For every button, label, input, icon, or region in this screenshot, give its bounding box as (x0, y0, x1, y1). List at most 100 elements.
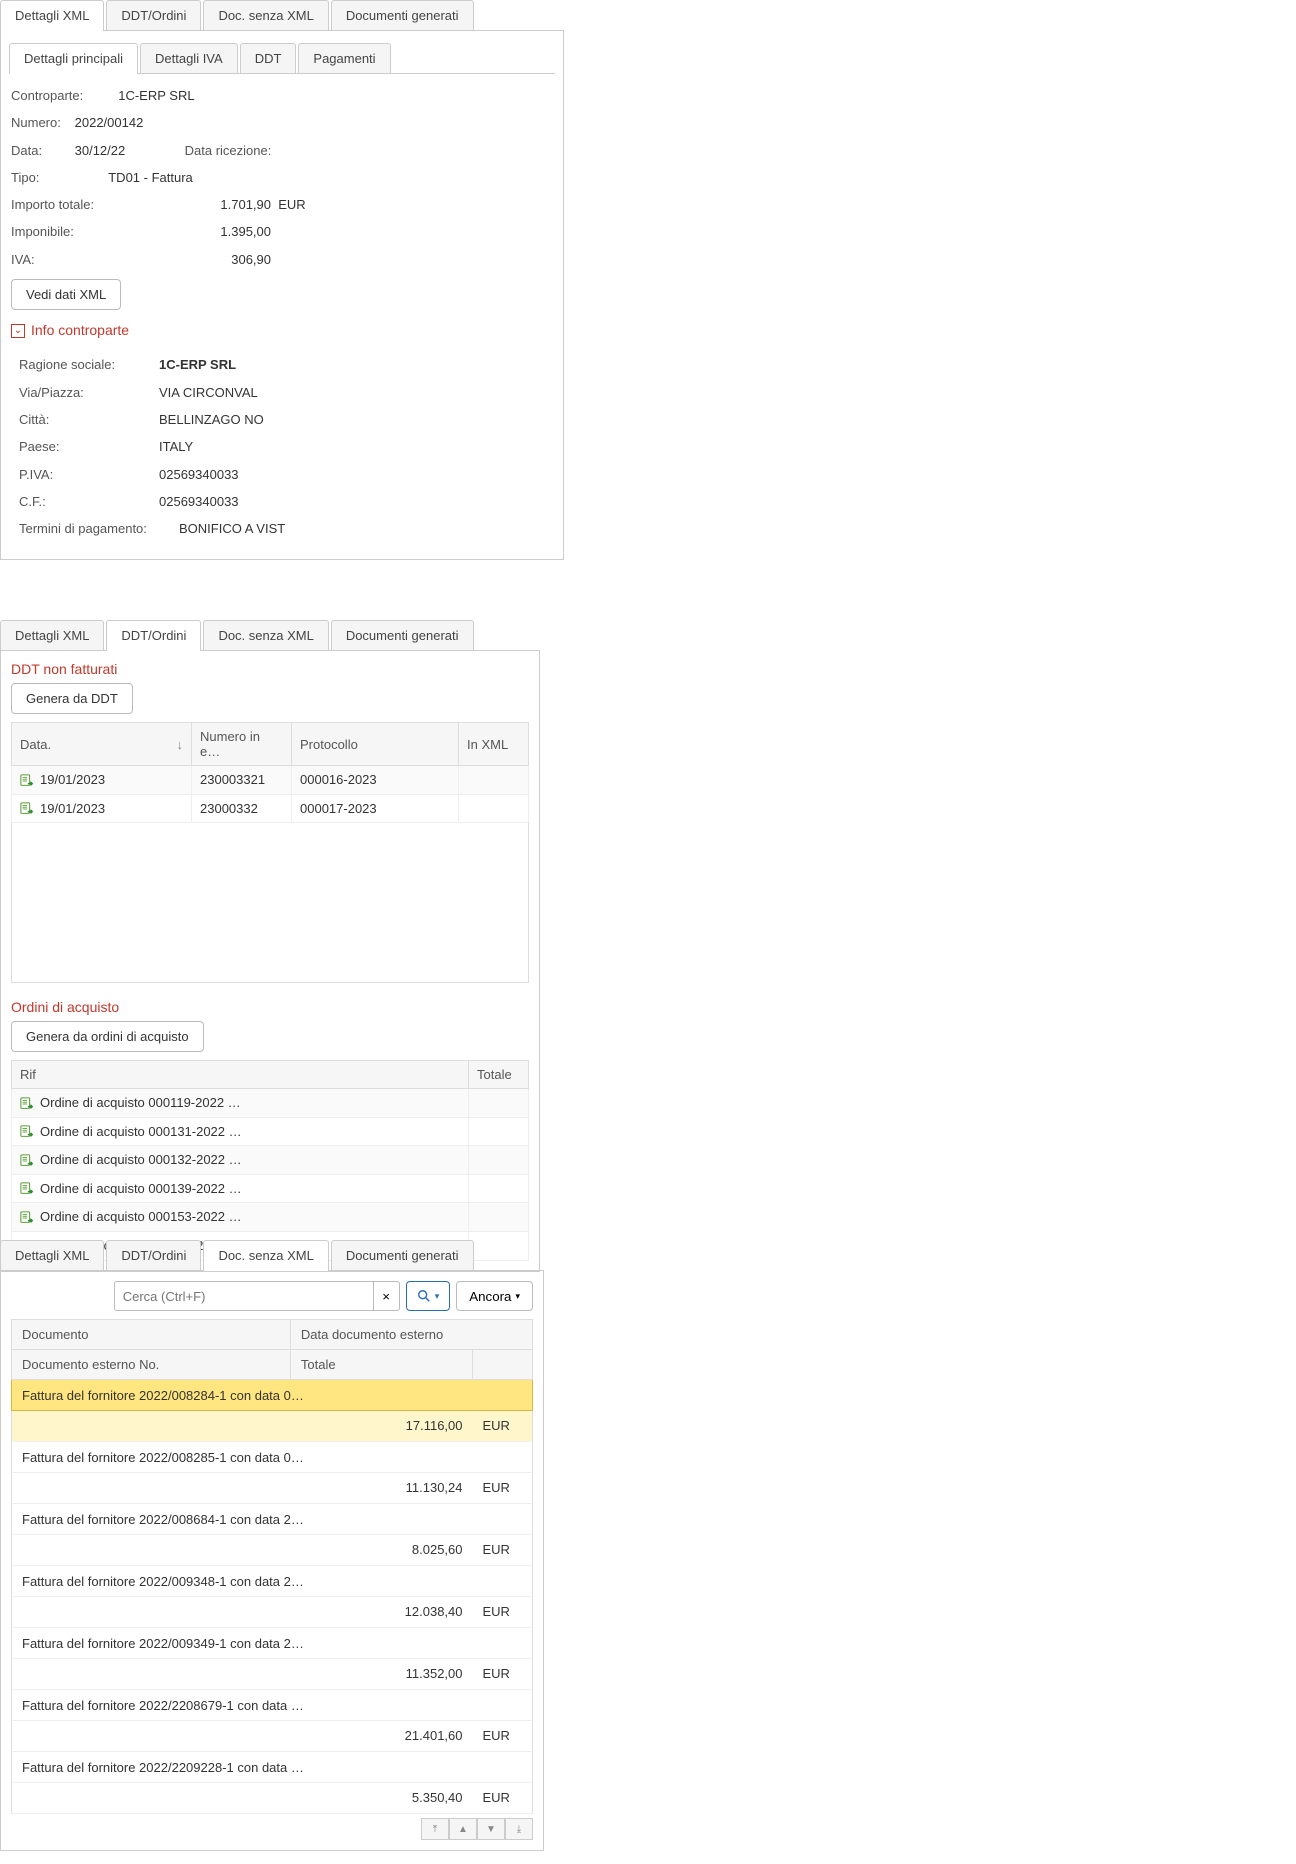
documenti-table: Documento Data documento esterno Documen… (11, 1319, 533, 1814)
info-controparte-label: Info controparte (31, 316, 129, 345)
currency-cell: EUR (473, 1597, 533, 1628)
tab-dettagli-principali[interactable]: Dettagli principali (9, 43, 138, 73)
tab-pagamenti[interactable]: Pagamenti (298, 43, 390, 73)
table-row[interactable]: Ordine di acquisto 000139-2022 … (12, 1174, 529, 1203)
table-row[interactable]: Fattura del fornitore 2022/008284-1 con … (12, 1380, 533, 1411)
doc-senza-xml-panel: Dettagli XML DDT/Ordini Doc. senza XML D… (0, 1240, 544, 1864)
genera-da-ordini-button[interactable]: Genera da ordini di acquisto (11, 1021, 204, 1052)
totale-cell: 11.352,00 (290, 1659, 472, 1690)
tab-doc-senza-xml[interactable]: Doc. senza XML (203, 620, 328, 650)
ddt-col-numero[interactable]: Numero in e… (192, 723, 292, 766)
totale-cell: 11.130,24 (290, 1473, 472, 1504)
table-row-sub[interactable]: 11.130,24EUR (12, 1473, 533, 1504)
table-row[interactable]: Ordine di acquisto 000153-2022 … (12, 1203, 529, 1232)
tab-doc-senza-xml[interactable]: Doc. senza XML (203, 1240, 328, 1270)
ordine-rif: Ordine di acquisto 000119-2022 … (40, 1095, 241, 1110)
value-cf: 02569340033 (159, 488, 239, 515)
value-piva: 02569340033 (159, 461, 239, 488)
ddt-numero: 23000332 (192, 794, 292, 823)
ddt-data: 19/01/2023 (40, 801, 105, 816)
search-input[interactable] (114, 1281, 374, 1311)
tab-dettagli-xml[interactable]: Dettagli XML (0, 1240, 104, 1270)
tab-dettagli-xml[interactable]: Dettagli XML (0, 0, 104, 30)
info-controparte-toggle[interactable]: ⌄ Info controparte (11, 316, 129, 345)
label-cf: C.F.: (19, 488, 159, 515)
nav-up-button[interactable]: ▲ (449, 1818, 477, 1840)
value-importo-totale: 1.701,90 (201, 191, 271, 218)
value-iva: 306,90 (201, 246, 271, 273)
col-documento-esterno-no[interactable]: Documento esterno No. (12, 1350, 291, 1380)
search-button[interactable]: ▾ (406, 1281, 451, 1311)
dropdown-caret-icon: ▾ (435, 1291, 440, 1302)
tab-documenti-generati[interactable]: Documenti generati (331, 620, 474, 650)
table-row-sub[interactable]: 8.025,60EUR (12, 1535, 533, 1566)
dettagli-xml-panel: Dettagli XML DDT/Ordini Doc. senza XML D… (0, 0, 564, 620)
table-row[interactable]: Fattura del fornitore 2022/008684-1 con … (12, 1504, 533, 1535)
chevron-down-icon: ⌄ (11, 324, 25, 338)
currency-cell: EUR (473, 1473, 533, 1504)
nav-first-button[interactable]: ⤒ (421, 1818, 449, 1840)
table-row-sub[interactable]: 11.352,00EUR (12, 1659, 533, 1690)
table-row[interactable]: Ordine di acquisto 000119-2022 … (12, 1089, 529, 1118)
col-data-documento-esterno[interactable]: Data documento esterno (290, 1320, 532, 1350)
col-totale[interactable]: Totale (290, 1350, 472, 1380)
vedi-dati-xml-button[interactable]: Vedi dati XML (11, 279, 121, 310)
value-currency: EUR (278, 191, 305, 218)
main-tab-bar: Dettagli XML DDT/Ordini Doc. senza XML D… (0, 0, 564, 31)
table-row[interactable]: Fattura del fornitore 2022/009348-1 con … (12, 1566, 533, 1597)
nav-last-button[interactable]: ⤓ (505, 1818, 533, 1840)
ancora-button[interactable]: Ancora ▾ (456, 1281, 533, 1311)
value-ragione-sociale: 1C-ERP SRL (159, 351, 236, 378)
table-row[interactable]: Fattura del fornitore 2022/2208679-1 con… (12, 1690, 533, 1721)
currency-cell: EUR (473, 1783, 533, 1814)
table-row[interactable]: Fattura del fornitore 2022/2209228-1 con… (12, 1752, 533, 1783)
table-row[interactable]: 19/01/2023 23000332000017-2023 (12, 794, 529, 823)
table-row-sub[interactable]: 12.038,40EUR (12, 1597, 533, 1628)
search-icon (417, 1289, 431, 1303)
document-icon (20, 802, 34, 816)
totale-cell: 5.350,40 (290, 1783, 472, 1814)
table-row-sub[interactable]: 21.401,60EUR (12, 1721, 533, 1752)
document-icon (20, 774, 34, 788)
ordini-col-totale[interactable]: Totale (469, 1061, 529, 1089)
table-row-sub[interactable]: 17.116,00EUR (12, 1411, 533, 1442)
value-citta: BELLINZAGO NO (159, 406, 264, 433)
label-via: Via/Piazza: (19, 379, 159, 406)
table-row-sub[interactable]: 5.350,40EUR (12, 1783, 533, 1814)
table-row[interactable]: Fattura del fornitore 2022/008285-1 con … (12, 1442, 533, 1473)
nav-down-button[interactable]: ▼ (477, 1818, 505, 1840)
genera-da-ddt-button[interactable]: Genera da DDT (11, 683, 133, 714)
ddt-protocollo: 000017-2023 (292, 794, 459, 823)
label-piva: P.IVA: (19, 461, 159, 488)
table-row[interactable]: Ordine di acquisto 000132-2022 … (12, 1146, 529, 1175)
ddt-non-fatturati-title: DDT non fatturati (11, 661, 529, 677)
table-nav-footer: ⤒ ▲ ▼ ⤓ (11, 1818, 533, 1840)
tab-dettagli-xml[interactable]: Dettagli XML (0, 620, 104, 650)
label-controparte: Controparte: (11, 82, 111, 109)
ddt-col-in-xml[interactable]: In XML (459, 723, 529, 766)
ordini-col-rif[interactable]: Rif (12, 1061, 469, 1089)
tab-dettagli-iva[interactable]: Dettagli IVA (140, 43, 238, 73)
tab-documenti-generati[interactable]: Documenti generati (331, 1240, 474, 1270)
clear-search-button[interactable]: × (374, 1281, 400, 1311)
ddt-ordini-panel: Dettagli XML DDT/Ordini Doc. senza XML D… (0, 620, 540, 1240)
tab-ddt[interactable]: DDT (240, 43, 297, 73)
documento-cell: Fattura del fornitore 2022/008285-1 con … (12, 1442, 533, 1473)
document-icon (20, 1097, 34, 1111)
currency-cell: EUR (473, 1721, 533, 1752)
tab-ddt-ordini[interactable]: DDT/Ordini (106, 1240, 201, 1270)
ddt-col-data[interactable]: Data.↓ (12, 723, 192, 766)
col-documento[interactable]: Documento (12, 1320, 291, 1350)
ddt-col-protocollo[interactable]: Protocollo (292, 723, 459, 766)
table-row[interactable]: Fattura del fornitore 2022/009349-1 con … (12, 1628, 533, 1659)
currency-cell: EUR (473, 1535, 533, 1566)
tab-doc-senza-xml[interactable]: Doc. senza XML (203, 0, 328, 30)
table-row[interactable]: Ordine di acquisto 000131-2022 … (12, 1117, 529, 1146)
table-row[interactable]: 19/01/2023230003321000016-2023 (12, 766, 529, 795)
ddt-numero: 230003321 (192, 766, 292, 795)
value-controparte: 1C-ERP SRL (118, 82, 194, 109)
tab-ddt-ordini[interactable]: DDT/Ordini (106, 0, 201, 30)
tab-ddt-ordini[interactable]: DDT/Ordini (106, 620, 201, 650)
tab-documenti-generati[interactable]: Documenti generati (331, 0, 474, 30)
documento-cell: Fattura del fornitore 2022/008684-1 con … (12, 1504, 533, 1535)
